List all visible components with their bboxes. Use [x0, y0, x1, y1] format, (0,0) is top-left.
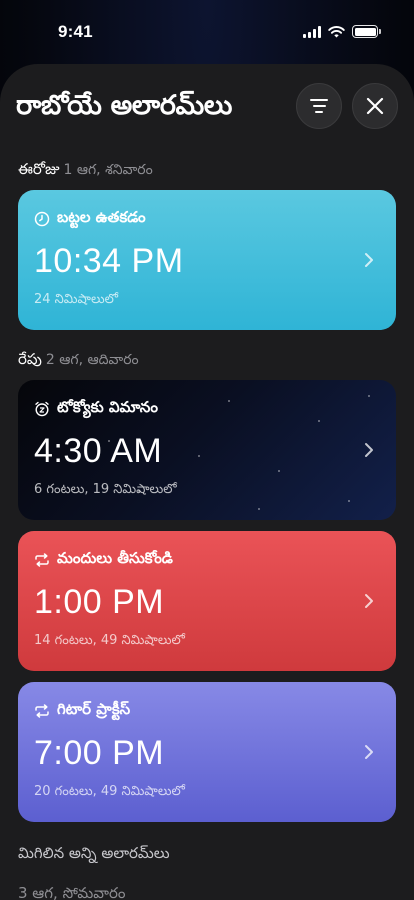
alarm-card-flight[interactable]: టోక్యోకు విమానం 4:30 AM 6 గంటలు, 19 నిమి…	[18, 380, 396, 520]
alarm-card-laundry[interactable]: బట్టల ఉతకడం 10:34 PM 24 నిమిషాలులో	[18, 190, 396, 330]
alarm-time: 1:00 PM	[34, 583, 165, 621]
alarm-label-text: టోక్యోకు విమానం	[57, 398, 158, 416]
filter-icon	[310, 99, 328, 113]
alarms-sheet: రాబోయే అలారమ్‌లు ఈరోజు1 ఆగ, శనివారం	[0, 64, 414, 900]
repeat-icon	[35, 704, 49, 718]
alarm-time: 4:30 AM	[34, 432, 163, 470]
section-day: ఈరోజు	[18, 160, 60, 178]
alarm-remaining: 20 గంటలు, 49 నిమిషాలులో	[34, 784, 185, 799]
alarm-time: 7:00 PM	[34, 734, 165, 772]
section-date: 2 ఆగ, ఆదివారం	[45, 352, 139, 368]
status-time: 9:41	[58, 22, 93, 41]
section-day: రేపు	[18, 350, 42, 368]
screen: 9:41 రాబోయే అలారమ్‌లు	[0, 0, 414, 900]
alarm-label: టోక్యోకు విమానం	[34, 398, 158, 420]
status-bar: 9:41	[0, 0, 414, 64]
sheet-header: రాబోయే అలారమ్‌లు	[16, 80, 398, 132]
page-title: రాబోయే అలారమ్‌లు	[16, 90, 233, 121]
section-next-date: 3 ఆగ, సోమవారం	[18, 884, 126, 900]
alarm-label-text: మందులు తీసుకోండి	[57, 549, 173, 567]
cellular-signal-icon	[303, 25, 321, 38]
chevron-right-icon	[360, 591, 378, 611]
close-icon	[366, 97, 384, 115]
alarm-card-guitar[interactable]: గిటార్ ప్రాక్టీస్ 7:00 PM 20 గంటలు, 49 న…	[18, 682, 396, 822]
alarm-label-text: బట్టల ఉతకడం	[57, 208, 146, 226]
alarm-remaining: 14 గంటలు, 49 నిమిషాలులో	[34, 633, 185, 648]
chevron-right-icon	[360, 250, 378, 270]
battery-icon	[352, 25, 381, 38]
status-icons	[303, 25, 381, 38]
close-button[interactable]	[352, 83, 398, 129]
snooze-clock-icon	[35, 401, 49, 417]
section-today: ఈరోజు 1 ఆగ, శనివారం	[18, 160, 153, 182]
section-all-remaining: మిగిలిన అన్ని అలారమ్‌లు	[18, 844, 170, 862]
repeat-icon	[35, 553, 49, 567]
chevron-right-icon	[360, 440, 378, 460]
filter-button[interactable]	[296, 83, 342, 129]
chevron-right-icon	[360, 742, 378, 762]
alarm-remaining: 24 నిమిషాలులో	[34, 292, 119, 307]
section-tomorrow: రేపు 2 ఆగ, ఆదివారం	[18, 350, 139, 372]
alarm-time: 10:34 PM	[34, 242, 184, 280]
alarm-label: మందులు తీసుకోండి	[34, 549, 173, 571]
section-date: 1 ఆగ, శనివారం	[63, 162, 153, 178]
wifi-icon	[328, 25, 345, 37]
alarm-label: బట్టల ఉతకడం	[34, 208, 146, 230]
clock-icon	[34, 211, 50, 227]
alarm-card-medicine[interactable]: మందులు తీసుకోండి 1:00 PM 14 గంటలు, 49 ని…	[18, 531, 396, 671]
alarm-label-text: గిటార్ ప్రాక్టీస్	[57, 700, 131, 718]
alarm-remaining: 6 గంటలు, 19 నిమిషాలులో	[34, 482, 177, 497]
alarm-label: గిటార్ ప్రాక్టీస్	[34, 700, 130, 722]
